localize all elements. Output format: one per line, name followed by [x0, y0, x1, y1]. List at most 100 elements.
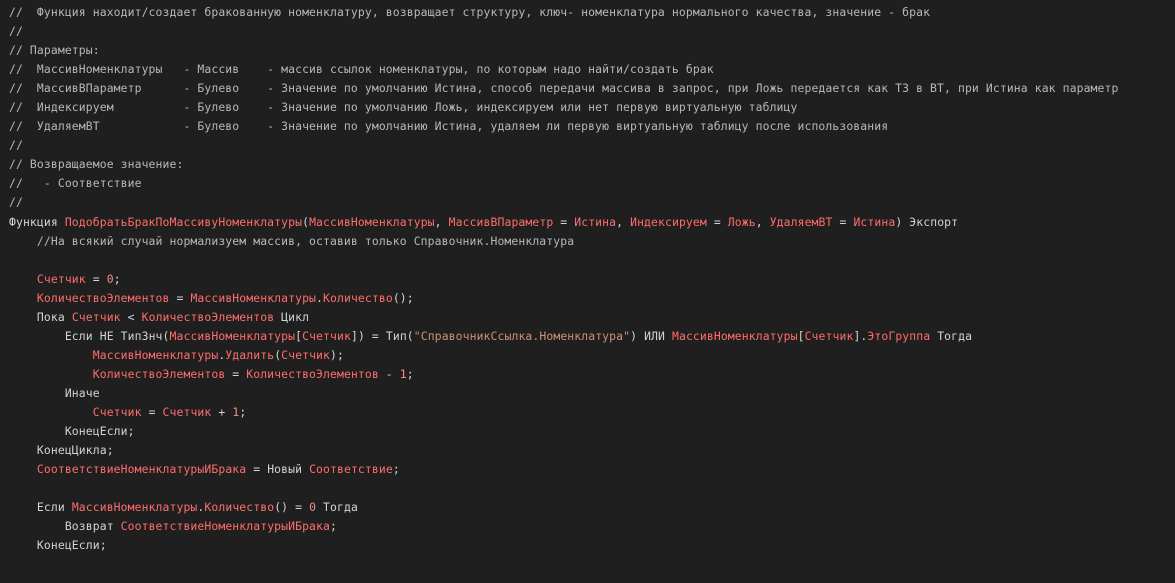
code-token-plain: =: [553, 214, 575, 229]
code-token-plain: ;: [106, 443, 114, 458]
code-token-comment: //: [9, 24, 23, 39]
code-line[interactable]: // МассивВПараметр - Булево - Значение п…: [9, 79, 1175, 98]
code-token-plain: ,: [616, 214, 631, 229]
code-line[interactable]: // УдаляемВТ - Булево - Значение по умол…: [9, 117, 1175, 136]
code-line[interactable]: МассивНоменклатуры.Удалить(Счетчик);: [9, 346, 1175, 365]
code-token-plain: ;: [99, 538, 107, 553]
code-line[interactable]: // Функция находит/создает бракованную н…: [9, 3, 1175, 22]
code-token-comment: // Возвращаемое значение:: [9, 157, 184, 172]
code-token-ident: СоответствиеНоменклатурыИБрака: [36, 462, 247, 477]
code-token-ident: Счетчик: [804, 328, 854, 343]
code-line[interactable]: Если НЕ ТипЗнч(МассивНоменклатуры[Счетчи…: [9, 327, 1175, 346]
code-token-plain: ;: [406, 366, 414, 381]
code-token-keyword: Цикл: [274, 309, 310, 324]
code-line[interactable]: //: [9, 22, 1175, 41]
code-line[interactable]: Возврат СоответствиеНоменклатурыИБрака;: [9, 517, 1175, 536]
code-token-plain: =: [246, 462, 268, 477]
code-token-comment: // Параметры:: [9, 43, 100, 58]
code-token-plain: ,: [755, 214, 770, 229]
code-token-plain: =: [85, 271, 107, 286]
code-token-keyword: Экспорт: [909, 214, 959, 229]
code-token-comment: // - Соответствие: [9, 176, 142, 191]
code-line[interactable]: КонецЦикла;: [9, 441, 1175, 460]
code-token-plain: =: [225, 366, 247, 381]
code-line[interactable]: //: [9, 193, 1175, 212]
code-token-comment: //На всякий случай нормализуем массив, о…: [9, 233, 575, 248]
code-token-ident: Счетчик: [92, 404, 142, 419]
code-line[interactable]: //: [9, 136, 1175, 155]
code-line[interactable]: Функция ПодобратьБракПоМассивуНоменклату…: [9, 213, 1175, 232]
code-token-plain: ТипЗнч(: [120, 328, 170, 343]
code-line[interactable]: // Возвращаемое значение:: [9, 155, 1175, 174]
code-line[interactable]: // - Соответствие: [9, 174, 1175, 193]
code-token-plain: );: [330, 347, 344, 362]
code-token-string: "СправочникСсылка.Номенклатура": [413, 328, 631, 343]
code-line[interactable]: Счетчик = Счетчик + 1;: [9, 403, 1175, 422]
code-token-keyword: Функция: [9, 214, 65, 229]
code-token-comment: //: [9, 195, 23, 210]
code-token-plain: ;: [113, 271, 121, 286]
code-token-keyword: Если НЕ: [64, 328, 121, 343]
code-token-number: 1: [399, 366, 407, 381]
code-token-plain: ].: [853, 328, 868, 343]
code-token-plain: ;: [239, 404, 247, 419]
code-token-keyword: КонецЕсли: [36, 538, 100, 553]
code-token-keyword: КонецЦикла: [36, 443, 107, 458]
code-token-ident: ЭтоГруппа: [867, 328, 931, 343]
code-line[interactable]: КонецЕсли;: [9, 422, 1175, 441]
code-token-ident: Количество: [323, 290, 393, 305]
code-token-plain: [: [797, 328, 805, 343]
code-token-plain: -: [378, 366, 400, 381]
code-token-plain: Тип(: [385, 328, 414, 343]
code-line[interactable]: Пока Счетчик < КоличествоЭлементов Цикл: [9, 308, 1175, 327]
code-token-ident: МассивНоменклатуры: [309, 214, 435, 229]
code-line[interactable]: КоличествоЭлементов = МассивНоменклатуры…: [9, 289, 1175, 308]
code-token-ident: ПодобратьБракПоМассивуНоменклатуры: [64, 214, 303, 229]
code-line[interactable]: // Индексируем - Булево - Значение по ум…: [9, 98, 1175, 117]
code-token-ident: Истина: [574, 214, 617, 229]
code-token-ident: Истина: [853, 214, 896, 229]
code-token-keyword: Тогда: [316, 500, 358, 515]
code-token-ident: МассивВПараметр: [448, 214, 554, 229]
code-token-ident: КоличествоЭлементов: [92, 366, 226, 381]
code-token-comment: //: [9, 138, 23, 153]
code-line[interactable]: КоличествоЭлементов = КоличествоЭлементо…: [9, 365, 1175, 384]
code-token-comment: // УдаляемВТ - Булево - Значение по умол…: [9, 119, 889, 134]
code-token-keyword: Иначе: [64, 385, 100, 400]
code-token-keyword: Пока: [36, 309, 72, 324]
code-line[interactable]: Счетчик = 0;: [9, 270, 1175, 289]
code-token-ident: КоличествоЭлементов: [246, 366, 379, 381]
code-line[interactable]: КонецЕсли;: [9, 536, 1175, 555]
code-token-ident: Счетчик: [281, 347, 331, 362]
code-token-keyword: ИЛИ: [644, 328, 672, 343]
code-line[interactable]: [9, 251, 1175, 270]
code-line[interactable]: [9, 479, 1175, 498]
code-token-number: 0: [309, 500, 317, 515]
code-line[interactable]: Если МассивНоменклатуры.Количество() = 0…: [9, 498, 1175, 517]
code-line[interactable]: //На всякий случай нормализуем массив, о…: [9, 232, 1175, 251]
code-token-ident: КоличествоЭлементов: [141, 309, 275, 324]
code-token-ident: МассивНоменклатуры: [190, 290, 317, 305]
code-line[interactable]: // Параметры:: [9, 41, 1175, 60]
code-line[interactable]: // МассивНоменклатуры - Массив - массив …: [9, 60, 1175, 79]
code-token-keyword: Если: [36, 500, 72, 515]
code-token-ident: Соответствие: [309, 462, 393, 477]
code-line[interactable]: Иначе: [9, 384, 1175, 403]
code-token-plain: ;: [392, 462, 400, 477]
code-token-ident: МассивНоменклатуры: [92, 347, 219, 362]
code-token-plain: =: [832, 214, 854, 229]
code-token-ident: КоличествоЭлементов: [36, 290, 170, 305]
code-token-ident: Индексируем: [630, 214, 707, 229]
code-token-plain: ;: [330, 519, 337, 534]
code-token-plain: ): [630, 328, 645, 343]
code-editor[interactable]: // Функция находит/создает бракованную н…: [0, 0, 1175, 583]
code-line[interactable]: СоответствиеНоменклатурыИБрака = Новый С…: [9, 460, 1175, 479]
code-token-ident: Количество: [204, 500, 275, 515]
